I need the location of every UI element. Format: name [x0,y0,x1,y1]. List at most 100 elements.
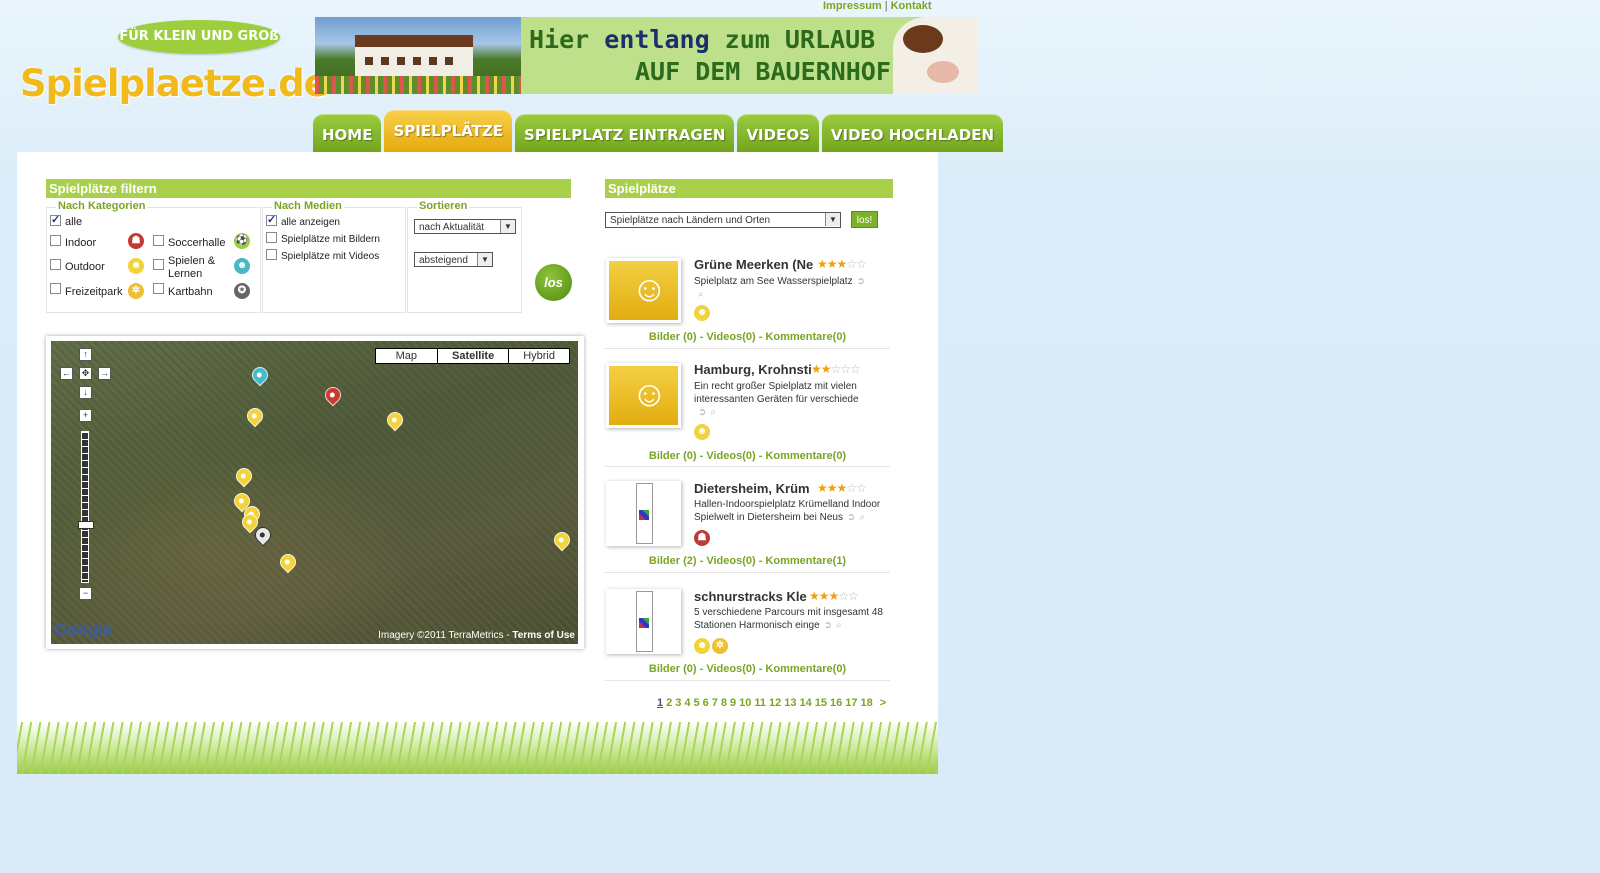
category-soccerhalle-checkbox[interactable] [153,235,164,246]
page-link[interactable]: 9 [730,697,736,709]
pan-up-icon[interactable]: ↑ [79,348,92,361]
google-logo[interactable]: Google [54,620,113,640]
page-link-current[interactable]: 1 [657,697,663,709]
page-link[interactable]: 2 [666,697,672,709]
site-logo[interactable]: FÜR KLEIN UND GROß Spielplaetze.de [20,18,329,123]
media-images-checkbox[interactable] [266,232,277,243]
country-city-select[interactable]: Spielplätze nach Ländern und Orten ▼ [605,212,841,228]
page-link[interactable]: 11 [754,697,766,709]
sort-order-select[interactable]: absteigend ▼ [414,252,493,267]
divider [605,348,890,349]
page-link[interactable]: 7 [712,697,718,709]
media-counts-link[interactable]: Bilder (0) - Videos(0) - Kommentare(0) [605,331,890,343]
zoom-out-icon[interactable]: − [79,587,92,600]
page-link[interactable]: 18 [861,697,873,709]
list-item: schnurstracks Kle ★★★☆☆ 5 verschiedene P… [605,589,890,681]
map-marker-outdoor[interactable] [383,408,407,432]
page-link[interactable]: 10 [739,697,751,709]
playground-title[interactable]: Grüne Meerken (Ne [694,257,813,272]
map-marker-outdoor[interactable] [243,404,267,428]
playground-title[interactable]: Hamburg, Krohnsti [694,362,812,377]
media-images-label: Spielplätze mit Bildern [281,234,380,245]
list-go-button[interactable]: los! [851,211,878,228]
sort-by-select[interactable]: nach Aktualität ▼ [414,219,516,234]
pan-left-icon[interactable]: ← [60,367,73,380]
media-counts-link[interactable]: Bilder (0) - Videos(0) - Kommentare(0) [605,663,890,675]
media-all-checkbox[interactable] [266,213,277,226]
media-videos-checkbox[interactable] [266,249,277,260]
page-link[interactable]: 5 [694,697,700,709]
playground-thumbnail[interactable] [606,589,681,654]
learning-icon: ☻ [234,258,250,274]
page-link[interactable]: 12 [769,697,781,709]
category-spielen-lernen-checkbox[interactable] [153,259,164,270]
map-type-satellite[interactable]: Satellite [437,349,508,363]
zoom-in-icon[interactable]: + [79,409,92,422]
map-type-hybrid[interactable]: Hybrid [508,349,569,363]
page-link[interactable]: 13 [784,697,796,709]
tab-videos[interactable]: VIDEOS [737,114,819,152]
playground-title[interactable]: schnurstracks Kle [694,589,807,604]
map-marker-indoor[interactable] [321,383,345,407]
page-link[interactable]: 15 [815,697,827,709]
farm-holiday-banner[interactable]: Hier entlang zum URLAUB AUF DEM BAUERNHO… [315,17,977,94]
farmhouse-image [315,17,521,94]
playground-title[interactable]: Dietersheim, Krüm [694,481,810,496]
page-link[interactable]: 17 [845,697,857,709]
media-counts-link[interactable]: Bilder (0) - Videos(0) - Kommentare(0) [605,450,890,462]
outdoor-icon: ☻ [694,305,710,321]
tab-spielplatz-eintragen[interactable]: SPIELPLATZ EINTRAGEN [515,114,735,152]
tab-video-hochladen[interactable]: VIDEO HOCHLADEN [821,114,1004,152]
list-item: ☺ Hamburg, Krohnsti ★★☆☆☆ Ein recht groß… [605,362,890,467]
playground-thumbnail[interactable]: ☺ [606,363,681,428]
terms-of-use-link[interactable]: Terms of Use [512,630,575,641]
kart-icon: ✪ [234,283,250,299]
category-kartbahn-checkbox[interactable] [153,283,164,294]
pan-center-icon[interactable]: ✥ [79,367,92,380]
media-filter-title: Nach Medien [272,200,344,212]
map-type-map[interactable]: Map [376,349,437,363]
magnifier-icon: ⌕ [698,289,704,300]
playground-thumbnail[interactable] [606,481,681,546]
category-filter-box: Nach Kategorien alle Indoor ☗ Soccerhall… [46,200,261,313]
category-indoor-checkbox[interactable] [50,235,61,246]
playground-thumbnail[interactable]: ☺ [606,258,681,323]
page-link[interactable]: 14 [800,697,812,709]
media-counts-link[interactable]: Bilder (2) - Videos(0) - Kommentare(1) [605,555,890,567]
filter-go-button[interactable]: los [535,264,572,301]
map-marker-outdoor[interactable] [232,464,256,488]
impressum-link[interactable]: Impressum [823,0,882,12]
map-marker-outdoor[interactable] [550,528,574,552]
zoom-slider-track[interactable] [81,431,89,583]
tab-spielplaetze[interactable]: SPIELPLÄTZE [384,110,513,152]
category-freizeitpark-checkbox[interactable] [50,283,61,294]
map-marker-outdoor[interactable] [276,550,300,574]
rating-stars: ★★★☆☆ [809,589,859,603]
page-link[interactable]: 3 [675,697,681,709]
tab-home[interactable]: HOME [313,114,382,152]
magnifier-icon: ⌕ [836,620,842,631]
logo-name: Spielplaetze.de [20,62,329,105]
media-videos-label: Spielplätze mit Videos [281,251,380,262]
category-outdoor-checkbox[interactable] [50,259,61,270]
divider [605,680,890,681]
category-soccerhalle-label: Soccerhalle [168,237,226,249]
kontakt-link[interactable]: Kontakt [891,0,932,12]
map-marker-learning[interactable] [248,363,272,387]
category-all-label: alle [65,216,83,228]
pan-down-icon[interactable]: ↓ [79,386,92,399]
category-spielen-lernen-label: Spielen & Lernen [168,255,216,280]
page-link[interactable]: 16 [830,697,842,709]
page-link[interactable]: 6 [703,697,709,709]
page-link[interactable]: 8 [721,697,727,709]
category-filter-title: Nach Kategorien [56,200,148,212]
next-page-link[interactable]: > [880,697,886,709]
category-kartbahn-label: Kartbahn [168,286,213,298]
pan-right-icon[interactable]: → [98,367,111,380]
pagination: 1 2 3 4 5 6 7 8 9 10 11 12 13 14 15 16 17 18 > [657,697,889,709]
category-outdoor-label: Outdoor [65,261,105,273]
satellite-map[interactable]: Map Satellite Hybrid ↑ ← ✥ → ↓ + − Googl… [51,341,578,644]
page-link[interactable]: 4 [684,697,690,709]
zoom-slider-handle[interactable] [78,521,94,529]
category-all-checkbox[interactable] [50,213,61,226]
